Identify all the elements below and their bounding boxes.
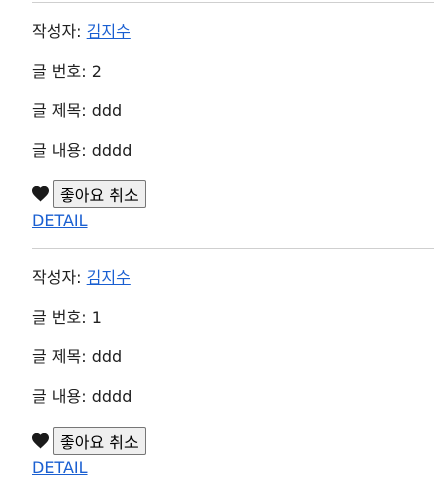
post-title: 글 제목: ddd [32,347,123,366]
unlike-button[interactable]: 좋아요 취소 [53,427,146,455]
like-row: 좋아요 취소 [32,180,146,208]
detail-line: DETAIL [32,211,88,231]
post-content: 글 내용: dddd [32,141,133,160]
post-divider [32,2,434,3]
unlike-button[interactable]: 좋아요 취소 [53,180,146,208]
author-line: 작성자: 김지수 [32,268,131,288]
post-number: 글 번호: 1 [32,308,102,327]
post-content: 글 내용: dddd [32,387,133,406]
like-row: 좋아요 취소 [32,427,146,455]
author-link[interactable]: 김지수 [87,268,131,287]
post-title: 글 제목: ddd [32,101,123,120]
post-divider [32,248,434,249]
author-label: 작성자: [32,268,87,287]
detail-line: DETAIL [32,458,88,478]
author-line: 작성자: 김지수 [32,22,131,42]
heart-filled-icon [32,186,49,202]
author-label: 작성자: [32,22,87,41]
detail-link[interactable]: DETAIL [32,458,88,477]
post-number: 글 번호: 2 [32,62,102,81]
detail-link[interactable]: DETAIL [32,211,88,230]
author-link[interactable]: 김지수 [87,22,131,41]
heart-filled-icon [32,433,49,449]
